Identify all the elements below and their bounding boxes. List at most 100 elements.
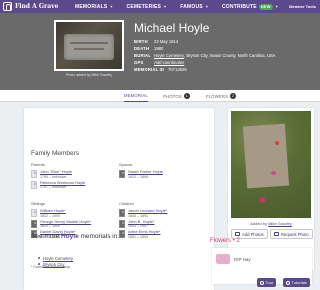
siblings-heading: Siblings bbox=[31, 201, 46, 206]
person-dates: 1812 – 1900 bbox=[40, 213, 60, 218]
person-avatar-icon bbox=[31, 170, 37, 178]
spouse-section: Spouse Sarah Parker Hoyle 1812 – 1898 bbox=[119, 162, 163, 181]
tour-label: Tour bbox=[265, 280, 274, 285]
person-photo-icon bbox=[119, 170, 125, 178]
family-person[interactable]: William Hoyle* 1812 – 1900 bbox=[31, 208, 91, 220]
added-by-prefix: Added by bbox=[250, 221, 269, 226]
fact-burial: BURIAL Hoyle Cemetery , Bryson City, Swa… bbox=[134, 52, 276, 59]
burial-location: , Bryson City, Swain County, North Carol… bbox=[184, 53, 276, 58]
family-members-title: Family Members bbox=[31, 150, 80, 157]
memorial-tabs: MEMORIAL PHOTOS 1 FLOWERS 2 bbox=[0, 90, 320, 102]
flowers-heading: Flowers • 2 bbox=[210, 238, 240, 244]
nav-contribute[interactable]: CONTRIBUTE NEW ▼ bbox=[221, 3, 279, 10]
tab-memorial[interactable]: MEMORIAL bbox=[124, 90, 148, 102]
fact-key: GPS bbox=[134, 60, 144, 65]
flowers-count-badge: 2 bbox=[230, 93, 237, 99]
member-tools-link[interactable]: Member Tools bbox=[289, 4, 316, 9]
new-badge: NEW bbox=[258, 3, 273, 10]
see-more-surname: Hoyle bbox=[61, 233, 79, 240]
chevron-down-icon: ▼ bbox=[274, 4, 279, 9]
memorial-facts: BIRTH 22 May 1814 DEATH 1880 BURIAL Hoyl… bbox=[134, 38, 276, 73]
fact-key: BURIAL bbox=[134, 53, 152, 58]
parents-heading: Parents bbox=[31, 162, 45, 167]
nav-contribute-label: CONTRIBUTE bbox=[221, 3, 257, 10]
help-icon bbox=[260, 280, 264, 285]
person-avatar-icon bbox=[31, 180, 37, 189]
added-by-link[interactable]: Mike Gourley bbox=[268, 221, 292, 226]
parents-section: Parents John "Blue" Hoyle 1790 – unknown … bbox=[31, 162, 85, 191]
fact-memorial-id: MEMORIAL ID 70712529 bbox=[134, 66, 276, 73]
bullet-icon bbox=[38, 263, 40, 265]
see-more-city-link[interactable]: Bryson City bbox=[43, 262, 64, 267]
fact-key: BIRTH bbox=[134, 39, 148, 44]
person-name[interactable]: Jacob Leonard Hoyle* bbox=[128, 208, 167, 214]
memorial-id: 70712529 bbox=[168, 67, 187, 72]
fact-key: MEMORIAL ID bbox=[134, 67, 165, 72]
see-more-cemetery-link[interactable]: Hoyle Cemetery bbox=[43, 256, 73, 261]
photo-credit: Photo added by Mike Gourley bbox=[66, 73, 113, 77]
flower-message: RIP Hay bbox=[234, 257, 251, 262]
person-photo-icon bbox=[119, 219, 125, 228]
tab-memorial-label: MEMORIAL bbox=[124, 93, 148, 98]
fact-gps: GPS Add coordinates bbox=[134, 59, 276, 66]
photo-card: Added by Mike Gourley Add Photos Request… bbox=[228, 108, 314, 270]
burial-cemetery-link[interactable]: Hoyle Cemetery bbox=[154, 53, 184, 58]
flower-image bbox=[216, 254, 230, 264]
person-name[interactable]: John "Blue" Hoyle bbox=[40, 169, 72, 175]
memorial-header: Photo added by Mike Gourley Michael Hoyl… bbox=[0, 13, 320, 90]
grave-logo-icon bbox=[3, 2, 12, 11]
family-person[interactable]: John "Blue" Hoyle 1790 – unknown bbox=[31, 169, 85, 181]
nav-famous[interactable]: FAMOUS ▼ bbox=[180, 4, 209, 10]
person-name[interactable]: Sarah Parker Hoyle bbox=[128, 169, 163, 175]
site-logo[interactable]: Find A Grave bbox=[0, 0, 62, 13]
spouse-heading: Spouse bbox=[119, 162, 133, 167]
nav-memorials[interactable]: MEMORIALS ▼ bbox=[75, 4, 114, 10]
add-photos-label: Add Photos bbox=[242, 231, 264, 237]
person-name[interactable]: William Hoyle* bbox=[40, 208, 66, 214]
memorial-name: Michael Hoyle bbox=[134, 21, 210, 35]
nav-cemeteries[interactable]: CEMETERIES ▼ bbox=[127, 4, 168, 10]
chevron-down-icon: ▼ bbox=[163, 4, 168, 9]
nav-famous-label: FAMOUS bbox=[180, 3, 203, 10]
grave-photo[interactable] bbox=[231, 111, 311, 218]
family-person[interactable]: Jacob Leonard Hoyle* 1840 – 1891 bbox=[119, 208, 167, 220]
headstone-photo[interactable] bbox=[54, 20, 124, 71]
tab-flowers[interactable]: FLOWERS 2 bbox=[206, 90, 237, 102]
person-dates: 1790 – unknown bbox=[40, 174, 67, 179]
photo-added-by: Added by Mike Gourley bbox=[228, 221, 314, 226]
family-person[interactable]: Sarah Parker Hoyle 1812 – 1898 bbox=[119, 169, 163, 181]
top-nav: Find A Grave MEMORIALS ▼ CEMETERIES ▼ FA… bbox=[0, 0, 320, 13]
person-dates: 1843 – 1907 bbox=[128, 224, 148, 229]
site-logo-text: Find A Grave bbox=[15, 3, 59, 10]
camera-icon bbox=[274, 232, 279, 236]
chevron-down-icon: ▼ bbox=[204, 4, 209, 9]
tour-button[interactable]: Tour bbox=[257, 278, 277, 287]
see-more-suffix: memorials in: bbox=[78, 233, 120, 240]
person-dates: 1840 – 1891 bbox=[128, 213, 148, 218]
children-heading: Children bbox=[119, 201, 134, 206]
person-dates: 1820 – 1900 bbox=[40, 224, 60, 229]
tab-photos-label: PHOTOS bbox=[163, 93, 182, 99]
request-photo-button[interactable]: Request Photo bbox=[270, 229, 313, 239]
person-avatar-icon bbox=[31, 209, 37, 217]
chevron-down-icon: ▼ bbox=[109, 4, 114, 9]
tutorials-button[interactable]: Tutorials bbox=[283, 278, 310, 287]
help-icon bbox=[286, 280, 290, 285]
tab-photos[interactable]: PHOTOS 1 bbox=[163, 90, 190, 102]
nav-cemeteries-label: CEMETERIES bbox=[126, 3, 162, 10]
see-more-list: Hoyle Cemetery Bryson City bbox=[38, 255, 73, 267]
fact-key: DEATH bbox=[134, 46, 150, 51]
tab-flowers-label: FLOWERS bbox=[206, 93, 229, 99]
person-dates: 1812 – 1898 bbox=[128, 174, 148, 179]
person-photo-icon bbox=[31, 219, 37, 228]
request-photo-label: Request Photo bbox=[281, 231, 309, 237]
death-date: 1880 bbox=[154, 46, 164, 51]
camera-icon bbox=[235, 232, 240, 236]
person-dates: 1797 – unknown bbox=[40, 185, 67, 190]
fact-death: DEATH 1880 bbox=[134, 45, 276, 52]
birth-date: 22 May 1814 bbox=[154, 39, 179, 44]
add-coordinates-link[interactable]: Add coordinates bbox=[154, 60, 184, 65]
person-photo-icon bbox=[119, 209, 125, 217]
family-person[interactable]: Rebecca Workman Hoyle 1797 – unknown bbox=[31, 180, 85, 192]
bullet-icon bbox=[38, 257, 40, 259]
